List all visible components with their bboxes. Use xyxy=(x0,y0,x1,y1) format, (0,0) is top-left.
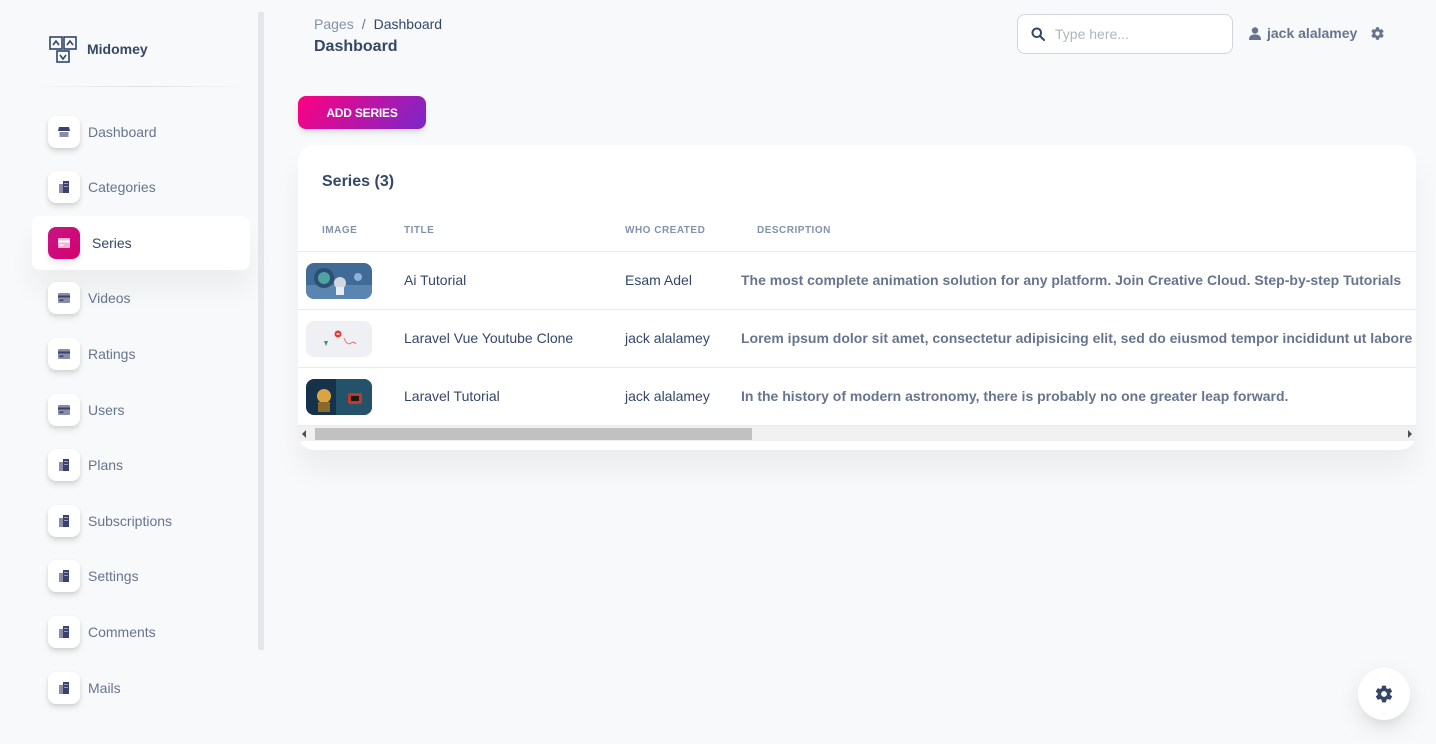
brand-name: Midomey xyxy=(87,41,148,57)
search-box[interactable] xyxy=(1017,14,1233,54)
series-description: The most complete animation solution for… xyxy=(741,272,1402,288)
gear-icon[interactable] xyxy=(1370,26,1385,41)
sidebar-item-subscriptions[interactable]: Subscriptions xyxy=(32,494,250,548)
user-name: jack alalamey xyxy=(1267,25,1358,41)
series-thumbnail xyxy=(306,263,372,299)
sidebar-item-label: Categories xyxy=(88,179,156,195)
sidebar-item-mails[interactable]: Mails xyxy=(32,661,250,715)
series-title: Laravel Tutorial xyxy=(404,388,500,404)
sidebar-item-plans[interactable]: Plans xyxy=(32,438,250,492)
table-row[interactable]: Laravel Tutorial jack alalamey In the hi… xyxy=(298,368,1416,426)
sidebar-item-dashboard[interactable]: Dashboard xyxy=(32,105,250,159)
sidebar-item-label: Videos xyxy=(88,290,131,306)
office-icon xyxy=(48,171,80,203)
office-icon xyxy=(48,505,80,537)
series-thumbnail xyxy=(306,321,372,357)
sidebar-item-label: Comments xyxy=(88,624,156,640)
shop-icon xyxy=(48,116,80,148)
sidebar-item-videos[interactable]: Videos xyxy=(32,271,250,325)
sidebar: Midomey Dashboard Categories Series Vide… xyxy=(0,0,258,744)
series-thumbnail xyxy=(306,379,372,415)
series-title: Laravel Vue Youtube Clone xyxy=(404,330,574,346)
sidebar-item-label: Settings xyxy=(88,568,139,584)
sidebar-item-label: Ratings xyxy=(88,346,136,362)
sidebar-item-label: Series xyxy=(92,235,132,251)
breadcrumb-separator: / xyxy=(361,16,366,32)
breadcrumb: Pages / Dashboard xyxy=(314,16,442,32)
configurator-button[interactable] xyxy=(1358,668,1410,720)
sidebar-item-label: Users xyxy=(88,402,125,418)
user-menu[interactable]: jack alalamey xyxy=(1249,25,1357,41)
series-author: Esam Adel xyxy=(625,272,692,288)
breadcrumb-current: Dashboard xyxy=(373,16,443,32)
search-input[interactable] xyxy=(1055,26,1215,42)
series-author: jack alalamey xyxy=(625,388,710,404)
column-header-image: Image xyxy=(322,225,358,236)
series-description: In the history of modern astronomy, ther… xyxy=(741,388,1289,404)
sidebar-item-label: Subscriptions xyxy=(88,513,173,529)
page-title: Dashboard xyxy=(314,38,398,55)
sidebar-item-label: Plans xyxy=(88,457,124,473)
sidebar-item-categories[interactable]: Categories xyxy=(32,160,250,214)
series-title: Ai Tutorial xyxy=(404,272,467,288)
series-card-title: Series (3) xyxy=(322,173,395,190)
table-horizontal-scrollbar[interactable] xyxy=(298,426,1416,441)
add-series-button[interactable]: ADD SERIES xyxy=(298,96,426,129)
sidebar-item-ratings[interactable]: Ratings xyxy=(32,327,250,381)
sidebar-item-users[interactable]: Users xyxy=(32,383,250,437)
scroll-right-arrow-icon[interactable] xyxy=(1408,430,1412,438)
brand[interactable]: Midomey xyxy=(48,34,148,64)
column-header-description: Description xyxy=(757,225,831,236)
midomey-logo-icon xyxy=(49,36,77,63)
office-icon xyxy=(48,560,80,592)
credit-card-icon xyxy=(48,282,80,314)
user-icon xyxy=(1249,26,1261,40)
series-description: Lorem ipsum dolor sit amet, consectetur … xyxy=(741,330,1413,346)
sidebar-item-comments[interactable]: Comments xyxy=(32,605,250,659)
table-row[interactable]: Ai Tutorial Esam Adel The most complete … xyxy=(298,252,1416,310)
office-icon xyxy=(48,672,80,704)
sidebar-item-label: Mails xyxy=(88,680,121,696)
search-icon xyxy=(1031,27,1045,41)
credit-card-icon xyxy=(48,394,80,426)
sidebar-scrollbar[interactable] xyxy=(258,12,264,650)
office-icon xyxy=(48,449,80,481)
breadcrumb-parent-link[interactable]: Pages xyxy=(314,16,354,32)
series-author: jack alalamey xyxy=(625,330,710,346)
column-header-who-created: Who Created xyxy=(625,225,706,236)
table-row[interactable]: Laravel Vue Youtube Clone jack alalamey … xyxy=(298,310,1416,368)
sidebar-divider xyxy=(32,86,250,87)
sidebar-item-series[interactable]: Series xyxy=(32,216,250,270)
sidebar-item-settings[interactable]: Settings xyxy=(32,549,250,603)
gear-icon xyxy=(1375,685,1393,703)
series-card: Series (3) Image Title Who Created Descr… xyxy=(298,145,1416,450)
sidebar-item-label: Dashboard xyxy=(88,124,157,140)
scroll-left-arrow-icon[interactable] xyxy=(302,430,306,438)
column-header-title: Title xyxy=(404,225,435,236)
credit-card-icon xyxy=(48,227,80,259)
scrollbar-thumb[interactable] xyxy=(315,428,752,440)
office-icon xyxy=(48,616,80,648)
credit-card-icon xyxy=(48,338,80,370)
